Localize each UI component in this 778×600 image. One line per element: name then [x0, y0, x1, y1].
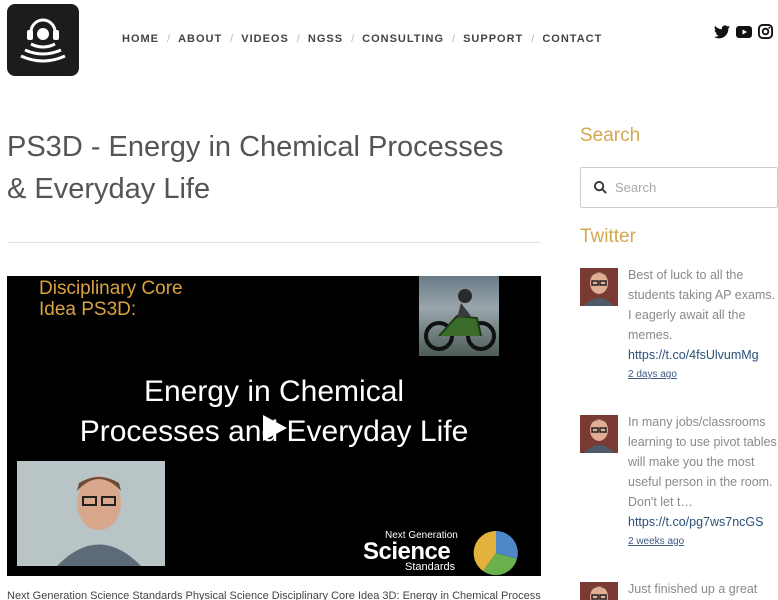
nav-ngss[interactable]: NGSS: [308, 33, 343, 45]
search-heading: Search: [580, 125, 641, 146]
youtube-icon[interactable]: [736, 25, 752, 38]
video-title-line1: Energy in Chemical: [143, 375, 405, 408]
tweet-timestamp[interactable]: 2 days ago: [628, 367, 778, 383]
nav-separator: /: [351, 33, 355, 45]
motorcycle-thumbnail: [419, 276, 499, 356]
avatar[interactable]: [580, 268, 618, 306]
avatar[interactable]: [580, 415, 618, 453]
video-player[interactable]: Disciplinary Core Idea PS3D: Energy in C…: [7, 276, 541, 576]
nav-videos[interactable]: VIDEOS: [241, 33, 289, 45]
nav-support[interactable]: SUPPORT: [463, 33, 523, 45]
nav-contact[interactable]: CONTACT: [542, 33, 602, 45]
video-header-text: Disciplinary Core Idea PS3D:: [39, 278, 183, 320]
ngss-pie-logo: [473, 530, 519, 576]
video-header-line2: Idea PS3D:: [39, 299, 137, 320]
search-icon: [594, 181, 607, 194]
tweet-text: In many jobs/classrooms learning to use …: [628, 415, 777, 509]
tweet-text: Best of luck to all the students taking …: [628, 268, 776, 342]
presenter-thumbnail: [17, 461, 165, 566]
tweet-text: Just finished up a great: [628, 582, 758, 596]
instagram-icon[interactable]: [758, 24, 773, 39]
nav-separator: /: [230, 33, 234, 45]
avatar[interactable]: [580, 582, 618, 600]
twitter-icon[interactable]: [714, 24, 730, 39]
search-field[interactable]: [580, 167, 778, 208]
podcast-logo-icon: [20, 18, 66, 63]
twitter-heading: Twitter: [580, 226, 636, 247]
tweet-timestamp[interactable]: 2 weeks ago: [628, 534, 778, 550]
main-nav: HOME / ABOUT / VIDEOS / NGSS / CONSULTIN…: [122, 33, 602, 45]
nav-separator: /: [531, 33, 535, 45]
video-description: Next Generation Science Standards Physic…: [7, 590, 541, 600]
nav-separator: /: [296, 33, 300, 45]
nav-separator: /: [167, 33, 171, 45]
video-header-line1: Disciplinary Core: [39, 278, 183, 299]
tweet-link[interactable]: https://t.co/pg7ws7ncGS: [628, 512, 778, 532]
tweet-link[interactable]: https://t.co/4fsUlvumMg: [628, 345, 778, 365]
nav-separator: /: [452, 33, 456, 45]
ngss-line3: Standards: [405, 561, 456, 573]
play-button[interactable]: [261, 413, 289, 448]
page-title: PS3D - Energy in Chemical Processes & Ev…: [7, 131, 504, 205]
nav-home[interactable]: HOME: [122, 33, 159, 45]
social-links: [714, 24, 773, 39]
site-logo[interactable]: [7, 4, 79, 76]
title-divider: [7, 242, 541, 243]
play-icon: [263, 415, 287, 441]
search-input[interactable]: [615, 180, 765, 195]
nav-consulting[interactable]: CONSULTING: [362, 33, 444, 45]
nav-about[interactable]: ABOUT: [178, 33, 222, 45]
